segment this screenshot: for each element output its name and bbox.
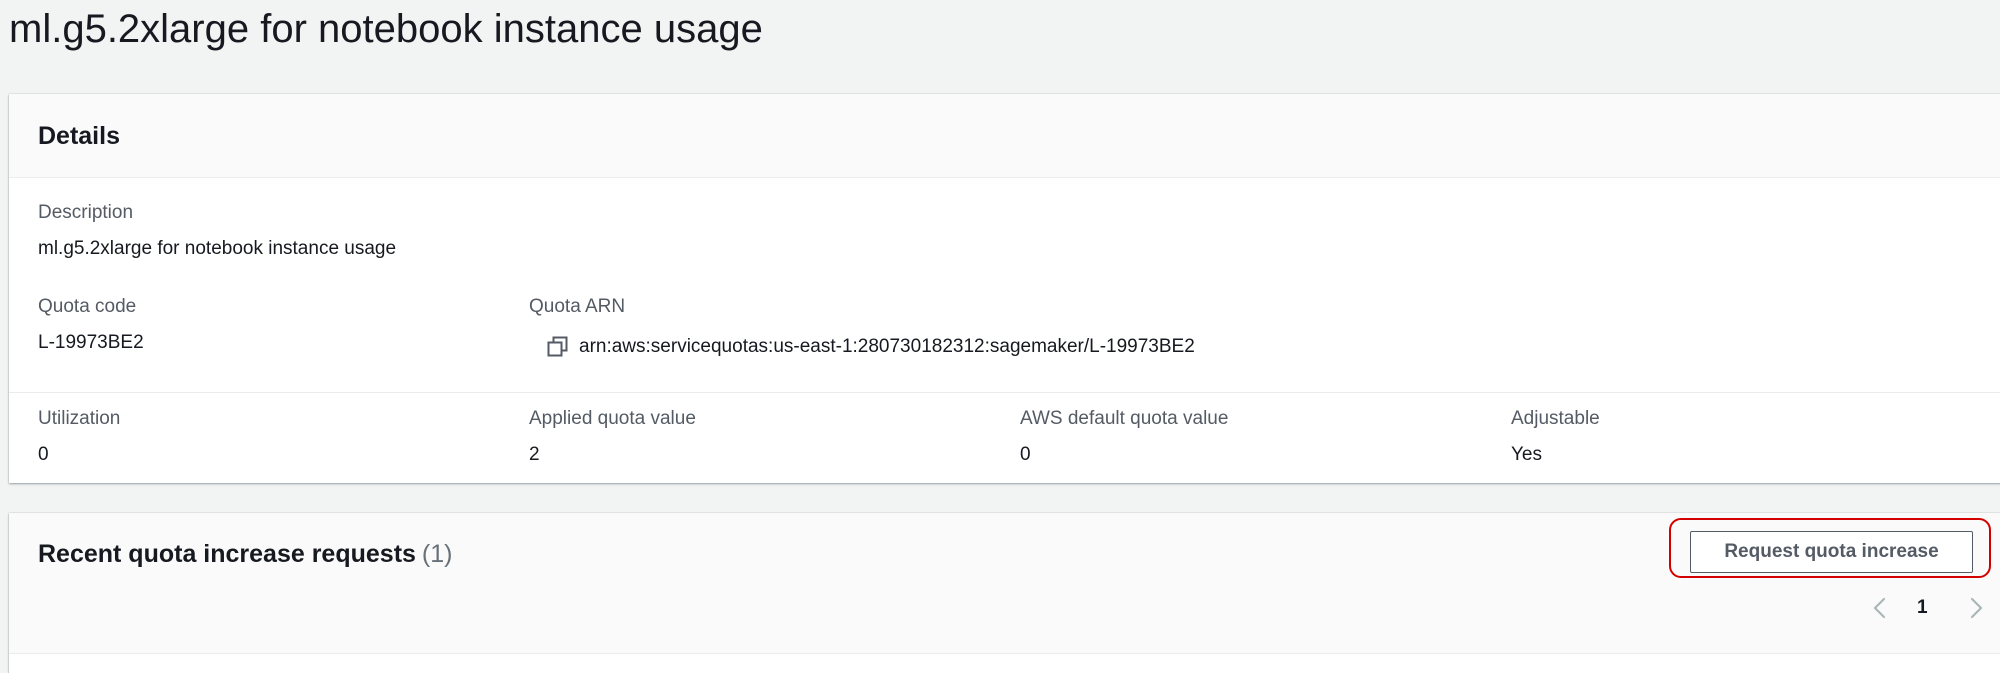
default-quota-value: 0 bbox=[1020, 444, 1031, 465]
quota-code-label: Quota code bbox=[38, 296, 137, 317]
applied-quota-value: 2 bbox=[529, 444, 540, 465]
adjustable-label: Adjustable bbox=[1511, 408, 1600, 429]
description-value: ml.g5.2xlarge for notebook instance usag… bbox=[38, 238, 397, 259]
details-panel: Details Description ml.g5.2xlarge for no… bbox=[9, 94, 2000, 483]
details-divider bbox=[9, 392, 2000, 393]
quota-arn-label: Quota ARN bbox=[529, 296, 626, 317]
details-heading: Details bbox=[38, 122, 120, 150]
description-label: Description bbox=[38, 202, 134, 223]
quota-code-value: L-19973BE2 bbox=[38, 332, 144, 353]
chevron-left-icon[interactable] bbox=[1869, 593, 1891, 623]
copy-icon[interactable] bbox=[547, 336, 569, 358]
utilization-value: 0 bbox=[38, 444, 49, 465]
chevron-right-icon[interactable] bbox=[1965, 593, 1987, 623]
adjustable-value: Yes bbox=[1511, 444, 1542, 465]
recent-requests-title: Recent quota increase requests (1) bbox=[38, 537, 452, 571]
recent-requests-count: (1) bbox=[421, 540, 453, 568]
details-header: Details bbox=[9, 94, 2000, 178]
recent-requests-header: Recent quota increase requests (1) Reques… bbox=[9, 513, 2000, 654]
default-quota-label: AWS default quota value bbox=[1020, 408, 1229, 429]
request-quota-increase-button[interactable]: Request quota increase bbox=[1690, 531, 1973, 573]
quota-arn-value: arn:aws:servicequotas:us-east-1:28073018… bbox=[579, 336, 1195, 357]
recent-requests-heading: Recent quota increase requests bbox=[38, 540, 416, 568]
pagination-current-page[interactable]: 1 bbox=[1917, 595, 1928, 621]
applied-quota-label: Applied quota value bbox=[529, 408, 696, 429]
page-title: ml.g5.2xlarge for notebook instance usag… bbox=[9, 7, 763, 51]
recent-requests-panel: Recent quota increase requests (1) Reques… bbox=[9, 513, 2000, 673]
utilization-label: Utilization bbox=[38, 408, 121, 429]
